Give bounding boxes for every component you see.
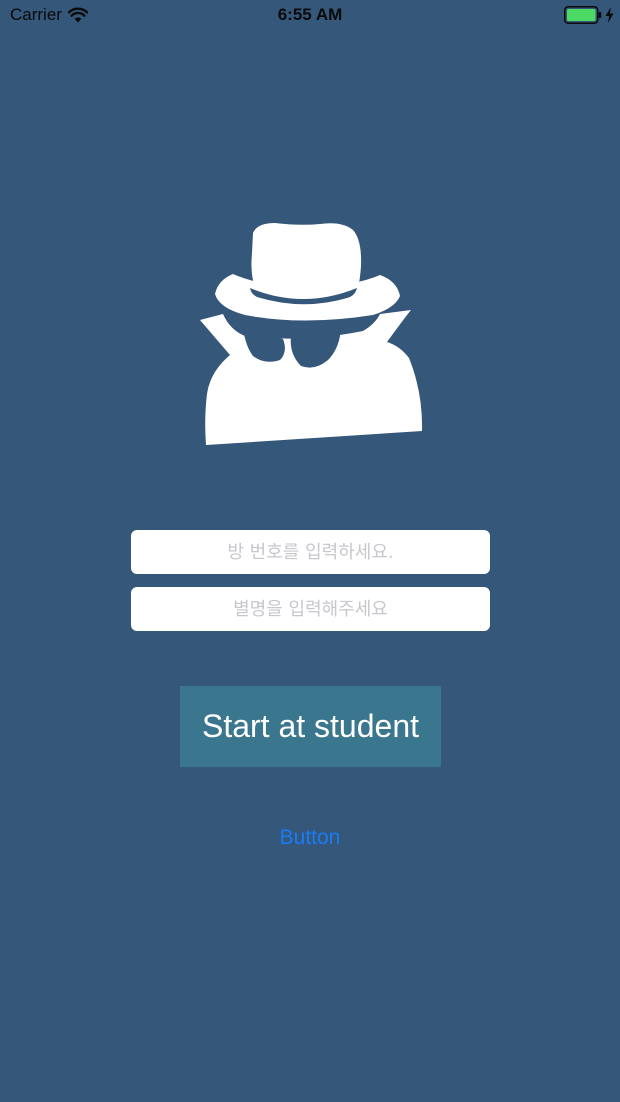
status-time: 6:55 AM: [277, 5, 343, 24]
battery-group: [564, 6, 614, 24]
start-at-student-button[interactable]: Start at student: [180, 686, 441, 767]
room-number-input[interactable]: [131, 530, 490, 574]
charging-bolt-icon: [605, 7, 614, 23]
secondary-button-label: Button: [279, 826, 341, 849]
nickname-input[interactable]: [131, 587, 490, 631]
battery-icon: [564, 6, 602, 24]
main-screen: Carrier 6:55 AM 방 번호를 입력하세요. 별명을 입력해주세요 …: [0, 0, 620, 1102]
status-bar: Carrier 6:55 AM: [0, 0, 620, 32]
start-button-label: Start at student: [201, 708, 419, 744]
secondary-button[interactable]: Button: [0, 824, 620, 852]
incognito-spy-icon: [195, 218, 427, 450]
